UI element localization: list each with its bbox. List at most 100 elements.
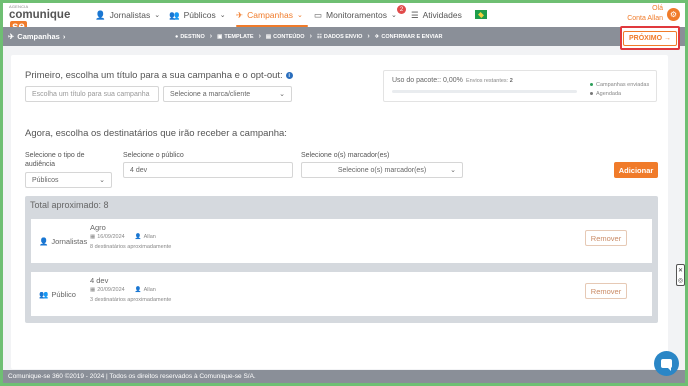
chevron-down-icon: ⌄	[390, 12, 397, 19]
top-navigation: AGENCIA comuniquese 👤 Jornalistas ⌄ 👥 Pú…	[3, 3, 685, 33]
next-button[interactable]: PRÓXIMO →	[622, 30, 677, 46]
user-greeting: Olá	[652, 5, 663, 12]
chevron-down-icon: ⌄	[154, 12, 161, 19]
chevron-right-icon: ›	[309, 33, 312, 40]
marker-select[interactable]: Selecione o(s) marcador(es) ⌄	[301, 162, 463, 178]
chevron-right-icon: ›	[258, 33, 261, 40]
notification-badge: 2	[397, 5, 406, 14]
recipient-count: 8 destinatários aproximadamente	[90, 244, 172, 250]
nav-atividades[interactable]: ☰ Atividades	[411, 3, 462, 27]
remaining-sends: Envios restantes: 2	[466, 78, 513, 84]
recipient-count: 3 destinatários aproximadamente	[90, 297, 172, 303]
step-dados-envio[interactable]: ☷ DADOS ENVIO	[317, 34, 362, 40]
footer: Comunique-se 360 ©2019 - 2024 | Todos os…	[3, 370, 685, 383]
legend-sent: Campanhas enviadas	[590, 81, 649, 90]
recipient-meta: ▦ 20/09/2024 👤 Allan	[90, 287, 156, 293]
chat-support-button[interactable]	[654, 351, 679, 376]
calendar-date: ▦ 16/09/2024	[90, 234, 125, 240]
template-icon: ▣	[217, 33, 223, 40]
check-circle-icon: ●	[175, 33, 179, 40]
nav-monitoramentos[interactable]: ▭ Monitoramentos ⌄	[314, 3, 397, 27]
chevron-right-icon: ›	[367, 33, 370, 40]
side-tool-widget[interactable]: ✕ ◎	[676, 264, 685, 286]
nav-label: Públicos	[183, 10, 216, 20]
audience-type-label: Selecione o tipo de audiência	[25, 152, 85, 168]
user-icon: 👤	[39, 236, 49, 246]
chevron-down-icon: ⌄	[279, 91, 285, 98]
recipient-row: 👤 Jornalistas Agro ▦ 16/09/2024 👤 Allan 8 d…	[31, 219, 652, 263]
calendar-date: ▦ 20/09/2024	[90, 287, 125, 293]
settings-icon: ◎	[677, 277, 684, 284]
nav-label: Monitoramentos	[326, 10, 387, 20]
section-title-recipients: Agora, escolha os destinatários que irão…	[25, 128, 287, 139]
wizard-steps: ● DESTINO › ▣ TEMPLATE › ▤ CONTEÚDO › ☷ DADO…	[175, 27, 442, 46]
list-icon: ☰	[411, 9, 419, 20]
settings-gear-icon[interactable]: ⚙	[667, 8, 680, 21]
campaign-destination-card: Primeiro, escolha um título para a sua c…	[11, 55, 668, 369]
info-icon[interactable]: i	[285, 72, 293, 79]
user-icon: 👤	[134, 287, 142, 293]
chevron-right-icon: ›	[209, 33, 213, 40]
chevron-down-icon: ⌄	[450, 167, 456, 174]
calendar-icon: ▦	[90, 287, 96, 293]
chevron-down-icon: ⌄	[296, 12, 303, 19]
nav-publicos[interactable]: 👥 Públicos ⌄	[169, 3, 226, 27]
recipient-row: 👥 Público 4 dev ▦ 20/09/2024 👤 Allan 3 dest…	[31, 272, 652, 316]
remove-button[interactable]: Remover	[585, 283, 627, 299]
section-title-title-optout: Primeiro, escolha um título para a sua c…	[25, 70, 293, 81]
chevron-down-icon: ⌄	[219, 12, 226, 19]
recipient-type: 👤 Jornalistas	[39, 236, 88, 246]
user-menu[interactable]: Olá Conta Allan	[627, 4, 663, 24]
data-icon: ☷	[316, 33, 322, 40]
monitor-icon: ▭	[314, 9, 323, 20]
recipient-title: 4 dev	[90, 276, 109, 285]
approximate-total: Total aproximado: 8	[30, 200, 109, 210]
nav-campanhas[interactable]: ✈ Campanhas ⌄	[236, 3, 308, 27]
chevron-right-icon: ›	[62, 32, 66, 41]
marker-label: Selecione o(s) marcador(es)	[301, 152, 390, 159]
brand-logo[interactable]: AGENCIA comuniquese	[9, 4, 81, 33]
owner: 👤 Allan	[134, 287, 156, 293]
step-template[interactable]: ▣ TEMPLATE	[217, 34, 253, 40]
user-icon: 👤	[134, 234, 142, 240]
recipients-results: Total aproximado: 8 👤 Jornalistas Agro ▦ 1…	[25, 196, 658, 323]
nav-jornalistas[interactable]: 👤 Jornalistas ⌄	[95, 3, 160, 27]
users-icon: 👥	[169, 9, 180, 20]
step-conteudo[interactable]: ▤ CONTEÚDO	[266, 34, 305, 40]
chat-bubble-icon	[661, 359, 672, 371]
breadcrumb-label: Campanhas	[17, 32, 60, 41]
owner: 👤 Allan	[134, 234, 156, 240]
calendar-icon: ▦	[90, 234, 96, 240]
chevron-down-icon: ⌄	[99, 177, 105, 184]
add-button[interactable]: Adicionar	[614, 162, 658, 178]
next-button-highlight: PRÓXIMO →	[620, 26, 680, 50]
breadcrumb[interactable]: ✈ Campanhas ›	[8, 27, 65, 46]
close-icon: ✕	[677, 267, 684, 274]
public-select[interactable]: 4 dev	[123, 162, 293, 178]
nav-label: Jornalistas	[109, 10, 151, 20]
package-usage-panel: Uso do pacote:: 0,00% Envios restantes: …	[383, 70, 657, 102]
send-icon: ✈	[236, 9, 244, 20]
step-confirmar[interactable]: ✈ CONFIRMAR E ENVIAR	[375, 34, 443, 40]
campaign-title-input[interactable]: Escolha um título para sua campanha	[25, 86, 159, 102]
recipient-meta: ▦ 16/09/2024 👤 Allan	[90, 234, 156, 240]
recipient-title: Agro	[90, 223, 106, 232]
send-icon: ✈	[374, 33, 380, 40]
step-destino[interactable]: ● DESTINO	[175, 34, 205, 40]
nav-label: Atividades	[422, 10, 462, 20]
usage-label: Uso do pacote:: 0,00%	[392, 77, 463, 84]
brazil-flag-icon[interactable]	[475, 10, 487, 19]
usage-legend: Campanhas enviadas Agendada	[590, 81, 649, 99]
nav-label: Campanhas	[247, 10, 293, 20]
content-icon: ▤	[265, 33, 272, 40]
brand-client-select[interactable]: Selecione a marca/cliente ⌄	[163, 86, 292, 102]
remove-button[interactable]: Remover	[585, 230, 627, 246]
usage-progress-bar	[392, 90, 577, 93]
audience-type-select[interactable]: Públicos ⌄	[25, 172, 112, 188]
send-icon: ✈	[8, 32, 15, 41]
user-name: Conta Allan	[627, 15, 663, 22]
recipient-type: 👥 Público	[39, 289, 76, 299]
user-icon: 👤	[95, 9, 106, 20]
legend-scheduled: Agendada	[590, 90, 649, 99]
public-label: Selecione o público	[123, 152, 184, 159]
